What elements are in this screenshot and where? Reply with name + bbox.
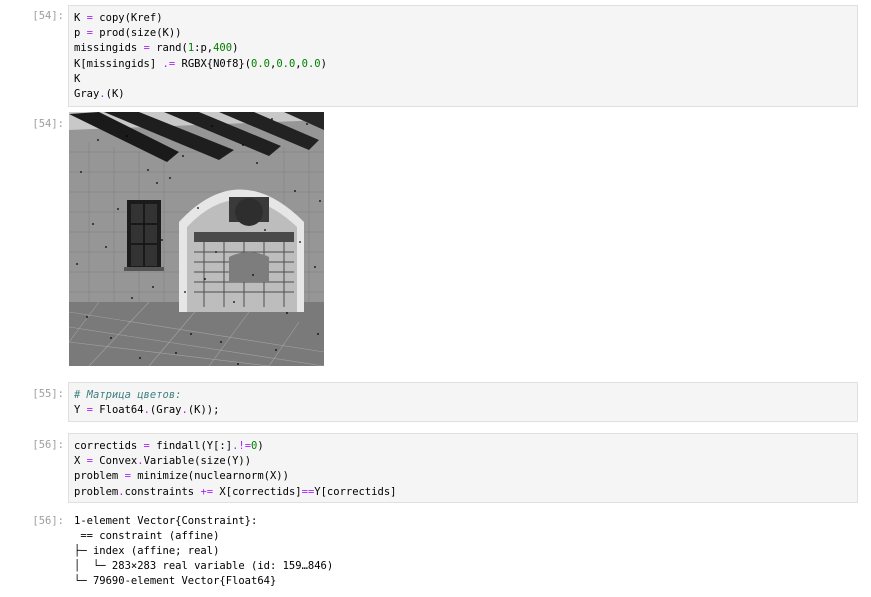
code-token: ) — [232, 42, 239, 55]
code-token: ) — [257, 440, 264, 452]
code-line: Y = Float64.(Gray.(K)); — [69, 403, 857, 418]
code-token: # Матрица цветов: — [74, 389, 182, 401]
code-token: X — [74, 455, 87, 468]
cell-55-input-prompt: [55]: — [32, 388, 64, 400]
code-token: correctids — [74, 440, 144, 452]
code-token: Convex — [92, 455, 138, 468]
code-token: K[missingids] — [74, 57, 163, 70]
cell-56-output-line: ├─ index (affine; real) — [74, 545, 220, 557]
code-token: Y[correctids] — [314, 485, 397, 498]
cell-56-output-line: │ └─ 283×283 real variable (id: 159…846) — [74, 560, 334, 572]
code-line: Gray.(K) — [69, 87, 857, 102]
cell-54-input-prompt: [54]: — [32, 10, 64, 22]
code-token: minimize(nuclearnorm(X)) — [130, 470, 289, 483]
code-line: problem.constraints += X[correctids]==Y[… — [69, 485, 857, 500]
code-token: (Gray — [149, 404, 182, 417]
cell-56-output-line: == constraint (affine) — [74, 530, 220, 542]
cell-54-code-editor[interactable]: K = copy(Kref) p = prod(size(K)) missingid… — [68, 5, 858, 107]
code-token: missingids — [74, 42, 144, 55]
code-token: += — [200, 485, 214, 498]
code-line: p = prod(size(K)) — [69, 26, 857, 41]
cell-56-output-prompt: [56]: — [32, 515, 64, 527]
cell-56-code-editor[interactable]: correctids = findall(Y[:].!=0) X = Convex… — [68, 433, 858, 503]
code-token: K — [74, 12, 87, 24]
code-line: missingids = rand(1:p,400) — [69, 41, 857, 56]
code-line: problem = minimize(nuclearnorm(X)) — [69, 469, 857, 484]
code-token: problem — [74, 470, 125, 483]
code-token: == — [301, 485, 315, 498]
code-token: ) — [320, 57, 327, 70]
code-token: findall(Y[:] — [149, 440, 233, 452]
code-token: prod(size(K)) — [92, 27, 182, 40]
code-line: # Матрица цветов: — [69, 388, 857, 403]
cell-54-output-image — [69, 112, 324, 366]
code-token: .!= — [232, 440, 252, 452]
code-line: K = copy(Kref) — [69, 11, 857, 26]
cell-56-output-line: └─ 79690-element Vector{Float64} — [74, 575, 277, 587]
code-line: K[missingids] .= RGBX{N0f8}(0.0,0.0,0.0) — [69, 57, 857, 72]
code-token: K — [74, 72, 81, 85]
code-token: Float64 — [92, 404, 144, 417]
code-token: copy(Kref) — [92, 12, 163, 24]
code-token: RGBX{N0f8}( — [175, 57, 252, 70]
code-token: p — [74, 27, 87, 40]
code-token: :p, — [194, 42, 214, 55]
cell-54-output-prompt: [54]: — [32, 118, 64, 130]
code-token: constraints — [124, 485, 201, 498]
code-line: correctids = findall(Y[:].!=0) — [69, 439, 857, 454]
code-token: Variable(size(Y)) — [143, 455, 252, 468]
cell-56-output-line: 1-element Vector{Constraint}: — [74, 515, 258, 527]
code-line: K — [69, 72, 857, 87]
code-token: (K)); — [187, 404, 220, 417]
code-token: 0.0 — [301, 57, 321, 70]
code-token: (K) — [105, 87, 125, 100]
code-token: problem — [74, 485, 119, 498]
code-token: Y — [74, 404, 87, 417]
code-token: .= — [162, 57, 176, 70]
cell-55-code-editor[interactable]: # Матрица цветов: Y = Float64.(Gray.(K)); — [68, 382, 858, 422]
code-token: Gray — [74, 87, 100, 100]
code-token: X[correctids] — [213, 485, 302, 498]
code-token: 400 — [213, 42, 233, 55]
code-token: rand( — [149, 42, 188, 55]
code-token: 0.0 — [276, 57, 296, 70]
code-line: X = Convex.Variable(size(Y)) — [69, 454, 857, 469]
cell-56-input-prompt: [56]: — [32, 439, 64, 451]
code-token: 0.0 — [251, 57, 270, 70]
